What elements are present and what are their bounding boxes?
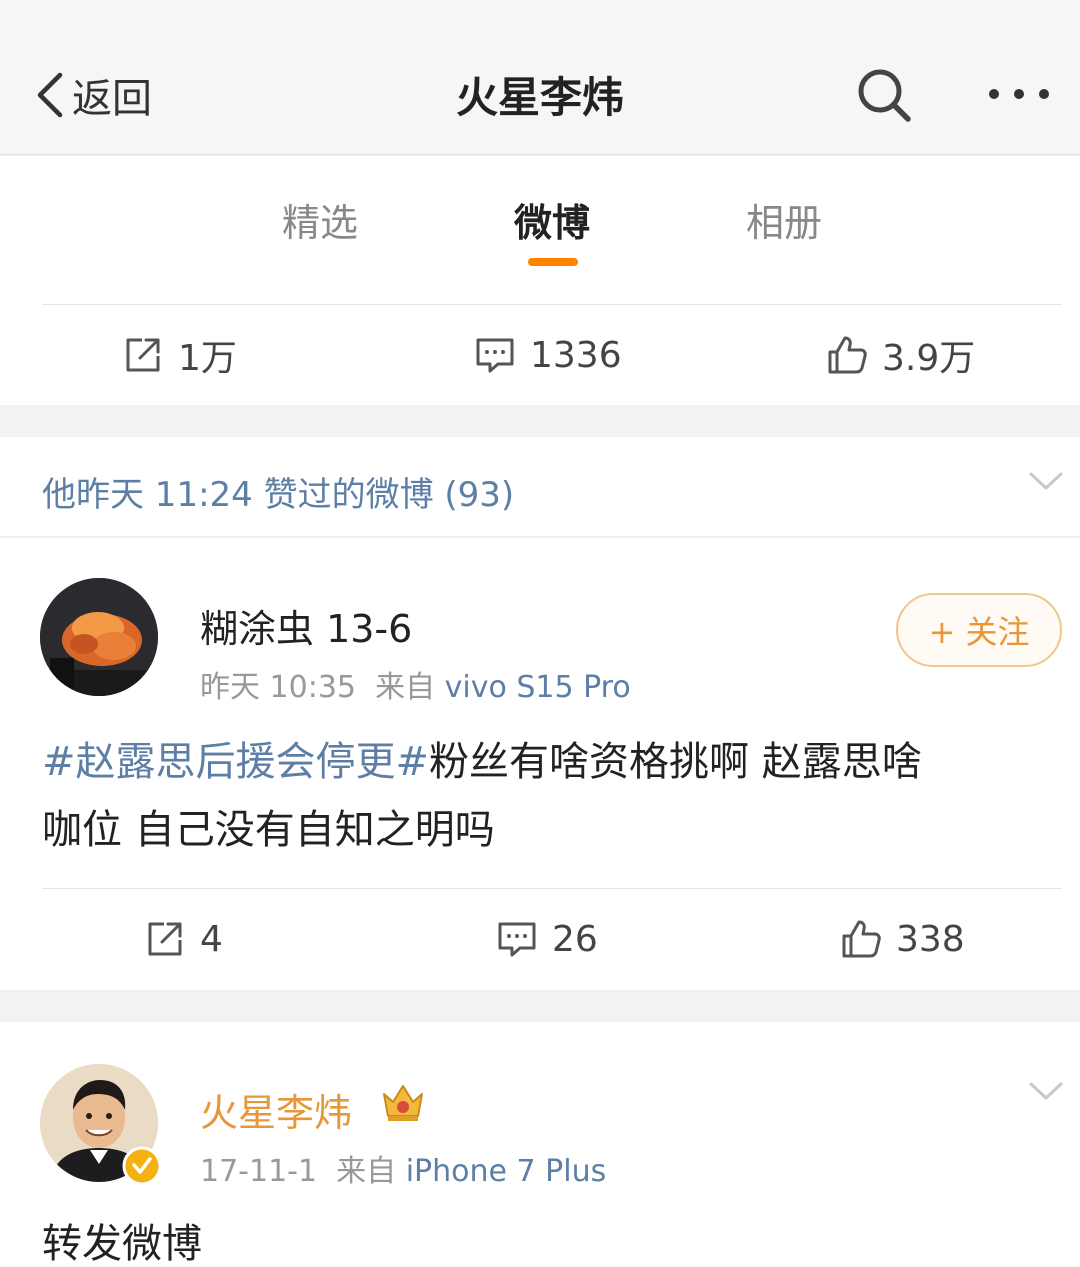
repost-count: 1万: [178, 338, 237, 379]
repost-icon: [148, 922, 182, 956]
page-title: 火星李炜: [455, 73, 624, 122]
post-username[interactable]: 火星李炜: [200, 1082, 352, 1137]
more-icon[interactable]: [984, 76, 1054, 112]
post-time: 昨天 10:35: [200, 670, 356, 705]
comment-icon: [476, 338, 514, 373]
post-text-line2: 咖位 自己没有自知之明吗: [42, 807, 495, 853]
repost-icon: [126, 338, 160, 372]
verified-badge-icon: [122, 1146, 162, 1186]
liked-posts-label: 他昨天 11:24 赞过的微博 (93): [42, 475, 515, 515]
hashtag-link[interactable]: #赵露思后援会停更#: [42, 739, 429, 785]
like-count: 338: [896, 918, 965, 960]
like-button[interactable]: 338: [840, 889, 965, 989]
search-icon[interactable]: [855, 66, 913, 124]
back-button[interactable]: 返回: [32, 66, 152, 124]
post-from-label: 来自: [375, 670, 436, 705]
post-text: 粉丝有啥资格挑啊 赵露思啥: [429, 739, 922, 785]
tab-featured[interactable]: 精选: [240, 192, 400, 247]
thumbs-up-icon: [842, 920, 881, 958]
vip-crown-icon[interactable]: [380, 1080, 426, 1124]
comment-button[interactable]: 1336: [474, 305, 622, 405]
post-source[interactable]: iPhone 7 Plus: [406, 1154, 607, 1189]
post-time: 17-11-1: [200, 1154, 318, 1189]
active-tab-indicator: [528, 258, 578, 266]
follow-button[interactable]: + 关注: [896, 593, 1062, 667]
post-action-bar: 4 26 338: [0, 889, 1080, 989]
back-label: 返回: [72, 76, 152, 122]
post-content: 转发微博: [42, 1210, 1052, 1267]
tab-weibo[interactable]: 微博: [472, 192, 632, 247]
chevron-down-icon[interactable]: [1028, 1080, 1064, 1102]
tab-album[interactable]: 相册: [704, 192, 864, 247]
profile-tabs: 精选 微博 相册: [0, 156, 1080, 306]
post-text: 转发微博: [42, 1221, 202, 1267]
thumbs-up-icon: [828, 336, 867, 374]
comment-count: 1336: [530, 334, 622, 376]
post-meta: 17-11-1 来自 iPhone 7 Plus: [200, 1146, 606, 1190]
previous-post-action-bar: 1万 1336 3.9万: [0, 305, 1080, 405]
post-source[interactable]: vivo S15 Pro: [445, 670, 631, 705]
like-button[interactable]: 3.9万: [826, 305, 975, 405]
comment-button[interactable]: 26: [496, 889, 598, 989]
liked-posts-header[interactable]: 他昨天 11:24 赞过的微博 (93): [0, 437, 1080, 537]
avatar-image: [40, 578, 158, 696]
like-count: 3.9万: [882, 338, 976, 379]
chevron-down-icon[interactable]: [1028, 470, 1064, 492]
comment-icon: [498, 922, 536, 957]
post-meta: 昨天 10:35 来自 vivo S15 Pro: [200, 662, 631, 706]
chevron-left-icon: [37, 72, 63, 118]
repost-count: 4: [200, 918, 223, 960]
repost-button[interactable]: 1万: [122, 305, 237, 405]
post-from-label: 来自: [336, 1154, 397, 1189]
avatar[interactable]: [40, 578, 158, 696]
repost-button[interactable]: 4: [144, 889, 223, 989]
post-username[interactable]: 糊涂虫 13-6: [200, 598, 412, 653]
top-nav-bar: 返回 火星李炜: [0, 0, 1080, 155]
comment-count: 26: [552, 918, 598, 960]
post-content: #赵露思后援会停更#粉丝有啥资格挑啊 赵露思啥 咖位 自己没有自知之明吗: [42, 728, 1052, 864]
